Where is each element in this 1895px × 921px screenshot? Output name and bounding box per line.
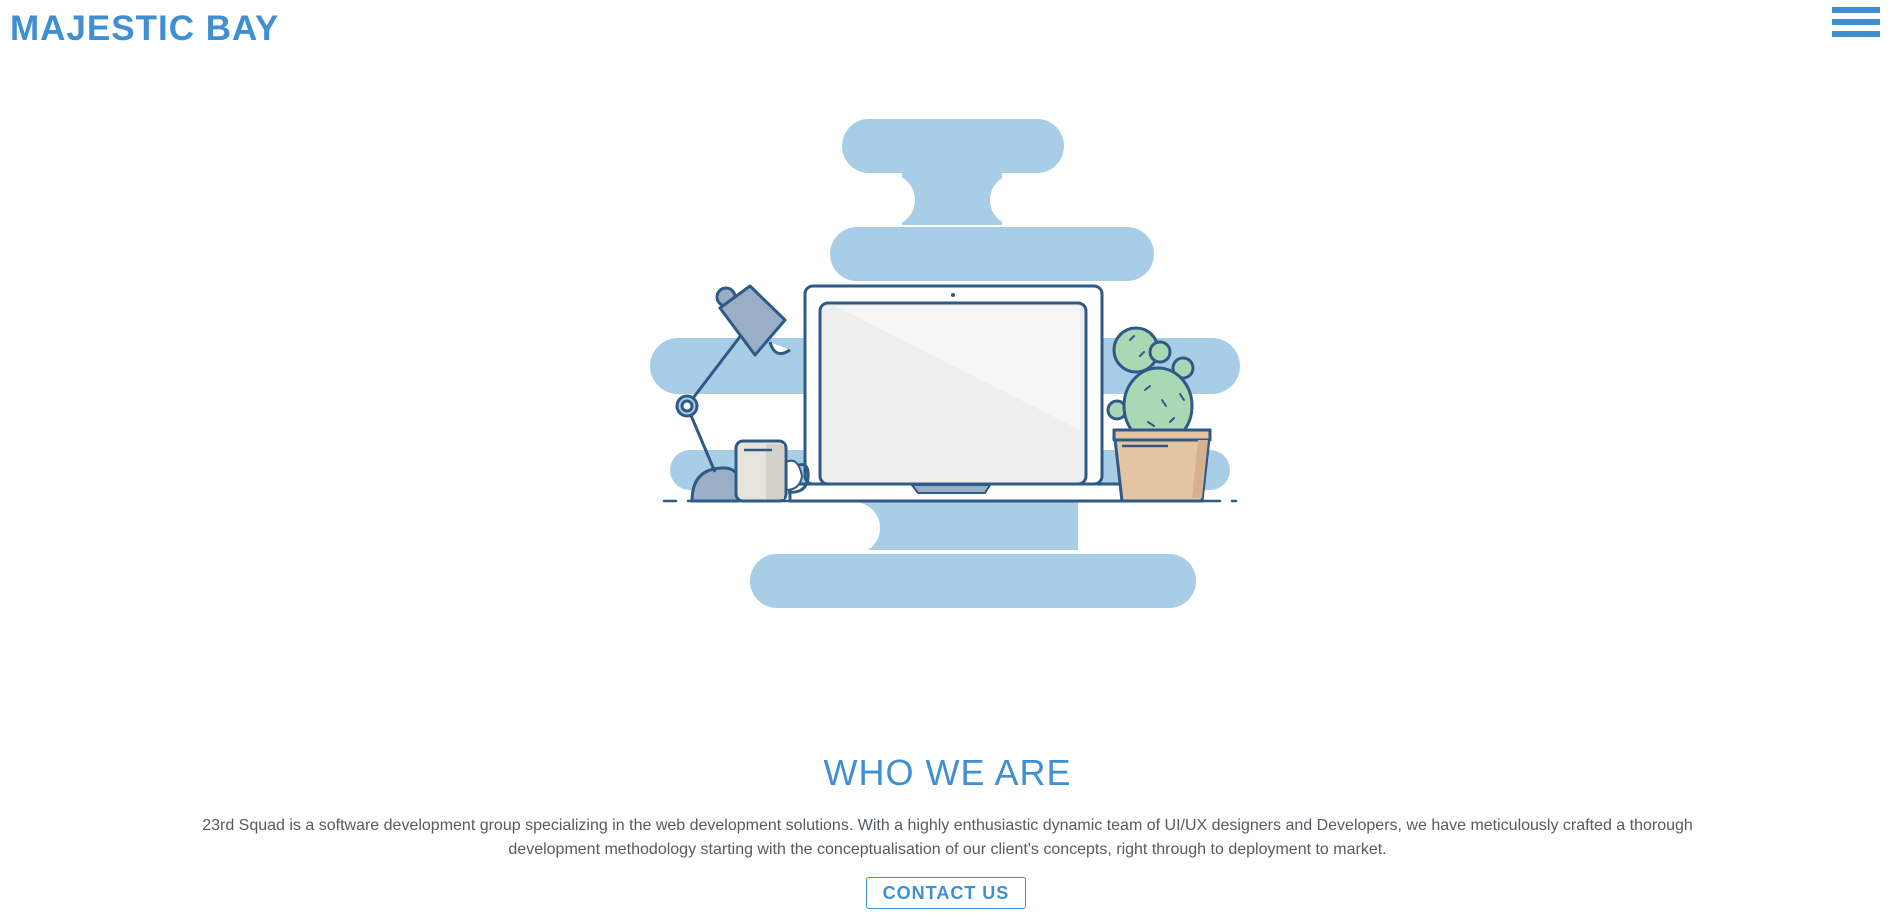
menu-bar-bottom — [1832, 31, 1880, 37]
brand-logo[interactable]: MAJESTIC BAY — [10, 9, 279, 49]
contact-us-button[interactable]: CONTACT US — [866, 877, 1026, 909]
hamburger-menu-icon[interactable] — [1832, 7, 1880, 47]
menu-bar-top — [1832, 7, 1880, 13]
section-description: 23rd Squad is a software development gro… — [202, 817, 1693, 858]
page: MAJESTIC BAY WHO WE ARE 23rd Squad is a … — [0, 0, 1895, 921]
hero-illustration — [640, 119, 1260, 608]
section-title: WHO WE ARE — [823, 752, 1072, 793]
menu-bar-middle — [1832, 19, 1880, 25]
laptop — [788, 284, 1159, 503]
